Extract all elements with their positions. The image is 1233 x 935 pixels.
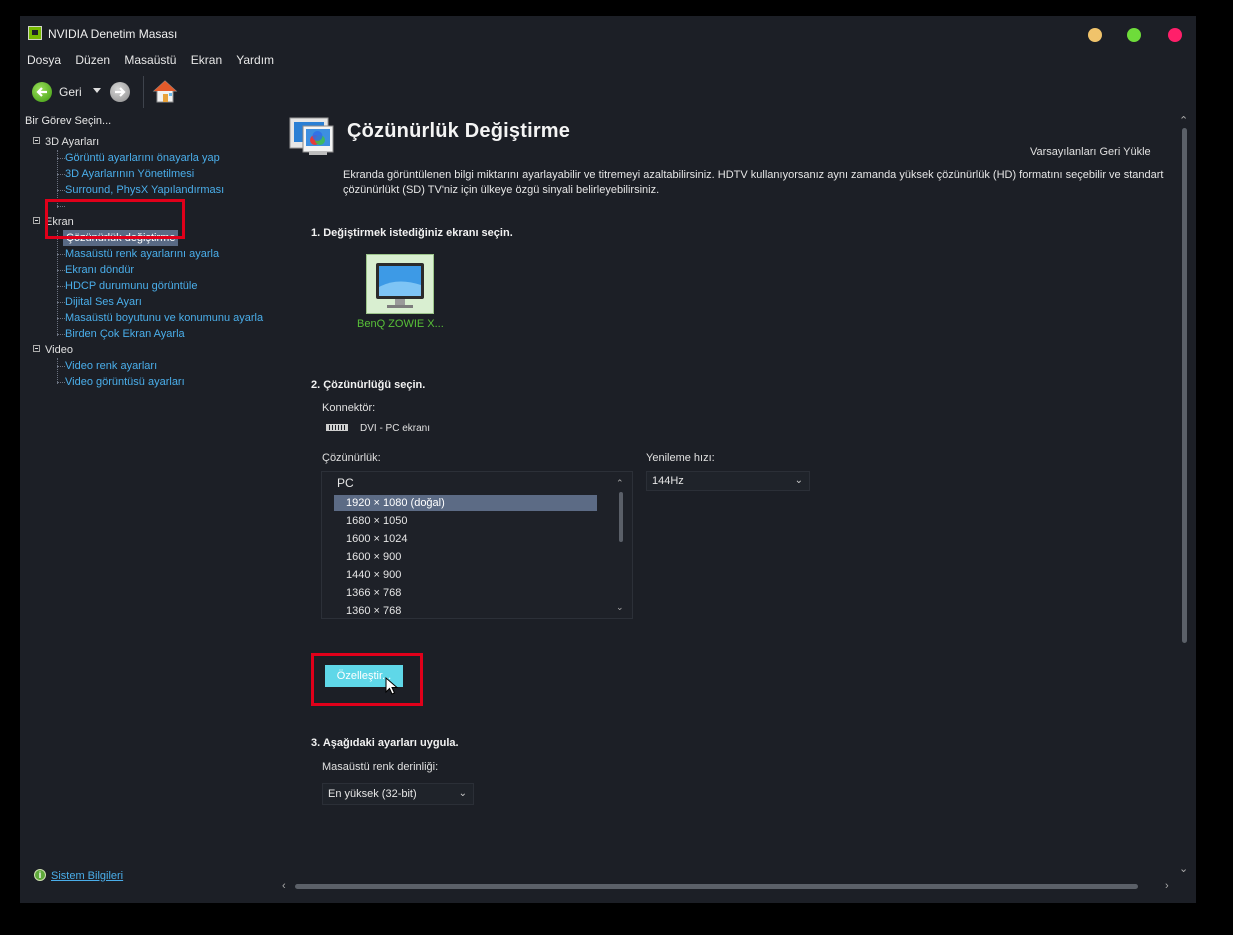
resolution-option[interactable]: 1360 × 768 (334, 603, 597, 618)
menu-bar: Dosya Düzen Masaüstü Ekran Yardım (27, 53, 285, 67)
highlight-box-tree (45, 199, 185, 239)
home-icon (152, 80, 178, 103)
back-history-dropdown-icon[interactable] (93, 88, 101, 93)
resolution-option[interactable]: 1600 × 1024 (334, 531, 597, 547)
color-depth-select[interactable]: En yüksek (32-bit) ⌄ (322, 783, 474, 805)
display-settings-icon (289, 116, 341, 161)
tree-category-video-label: Video (45, 344, 73, 356)
menu-display[interactable]: Ekran (191, 53, 222, 67)
monitor-name[interactable]: BenQ ZOWIE X... (357, 318, 444, 330)
dvi-connector-icon (326, 424, 348, 431)
maximize-button[interactable] (1127, 28, 1141, 42)
list-scroll-up-icon[interactable]: ⌃ (616, 478, 624, 489)
collapse-icon[interactable] (33, 217, 40, 224)
refresh-rate-select[interactable]: 144Hz ⌄ (646, 471, 810, 491)
tree-item-rotate-display[interactable]: Ekranı döndür (65, 262, 134, 278)
page-title: Çözünürlük Değiştirme (347, 120, 571, 142)
collapse-icon[interactable] (33, 345, 40, 352)
tree-item-digital-audio[interactable]: Dijital Ses Ayarı (65, 294, 142, 310)
resolution-option[interactable]: 1680 × 1050 (334, 513, 597, 529)
connector-label: Konnektör: (322, 402, 376, 414)
monitor-icon (376, 263, 424, 308)
tree-item-manage-3d[interactable]: 3D Ayarlarının Yönetilmesi (65, 166, 194, 182)
resolution-option[interactable]: 1366 × 768 (334, 585, 597, 601)
scroll-up-icon[interactable]: ⌃ (1179, 114, 1188, 127)
arrow-left-icon (36, 87, 47, 97)
tree-category-3d-label: 3D Ayarları (45, 136, 100, 148)
refresh-rate-value: 144Hz (652, 475, 684, 487)
tree-item-hdcp-status[interactable]: HDCP durumunu görüntüle (65, 278, 197, 294)
chevron-down-icon: ⌄ (458, 788, 467, 799)
forward-button[interactable] (110, 82, 130, 102)
resolution-label: Çözünürlük: (322, 452, 381, 464)
system-info-icon[interactable]: i (34, 869, 46, 881)
list-scroll-down-icon[interactable]: ⌄ (616, 602, 624, 613)
collapse-icon[interactable] (33, 137, 40, 144)
menu-edit[interactable]: Düzen (75, 53, 110, 67)
color-depth-label: Masaüstü renk derinliği: (322, 761, 439, 773)
nvidia-app-icon (28, 26, 42, 40)
mouse-cursor-icon (385, 676, 399, 702)
resolution-option[interactable]: 1600 × 900 (334, 549, 597, 565)
tree-item-preview-settings[interactable]: Görüntü ayarlarını önayarla yap (65, 150, 220, 166)
step2-heading: 2. Çözünürlüğü seçin. (311, 379, 426, 391)
scroll-left-icon[interactable]: ‹ (282, 880, 286, 892)
resolution-group-header: PC (337, 476, 354, 490)
content-vertical-scrollbar[interactable] (1182, 128, 1187, 643)
toolbar-separator (143, 76, 144, 108)
task-pane-header: Bir Görev Seçin... (25, 115, 112, 127)
back-button[interactable] (32, 82, 52, 102)
back-label[interactable]: Geri (59, 85, 82, 99)
chevron-down-icon: ⌄ (794, 475, 803, 486)
tree-category-video[interactable]: Video (33, 342, 73, 358)
content-horizontal-scrollbar[interactable] (295, 884, 1138, 889)
tree-item-surround-physx[interactable]: Surround, PhysX Yapılandırması (65, 182, 224, 198)
arrow-right-icon (115, 87, 126, 97)
color-depth-value: En yüksek (32-bit) (328, 788, 417, 800)
resolution-option[interactable]: 1440 × 900 (334, 567, 597, 583)
menu-desktop[interactable]: Masaüstü (124, 53, 176, 67)
tree-item-video-image[interactable]: Video görüntüsü ayarları (65, 374, 185, 390)
step1-heading: 1. Değiştirmek istediğiniz ekranı seçin. (311, 227, 513, 239)
menu-help[interactable]: Yardım (236, 53, 274, 67)
connector-value: DVI - PC ekranı (360, 423, 431, 434)
scroll-right-icon[interactable]: › (1165, 880, 1169, 892)
nvidia-control-panel-window: NVIDIA Denetim Masası Dosya Düzen Masaüs… (20, 16, 1196, 903)
tree-item-video-color[interactable]: Video renk ayarları (65, 358, 157, 374)
list-scrollbar-thumb[interactable] (619, 492, 623, 542)
system-info-link[interactable]: Sistem Bilgileri (51, 870, 123, 882)
tree-item-desktop-size[interactable]: Masaüstü boyutunu ve konumunu ayarla (65, 310, 263, 326)
page-description: Ekranda görüntülenen bilgi miktarını aya… (343, 169, 1164, 196)
step3-heading: 3. Aşağıdaki ayarları uygula. (311, 737, 459, 749)
close-button[interactable] (1168, 28, 1182, 42)
tree-item-multiple-displays[interactable]: Birden Çok Ekran Ayarla (65, 326, 185, 342)
monitor-tile[interactable] (366, 254, 434, 314)
resolution-option[interactable]: 1920 × 1080 (doğal) (334, 495, 597, 511)
home-button[interactable] (152, 79, 178, 110)
restore-defaults-link[interactable]: Varsayılanları Geri Yükle (1030, 146, 1151, 158)
minimize-button[interactable] (1088, 28, 1102, 42)
window-title: NVIDIA Denetim Masası (48, 27, 178, 41)
menu-file[interactable]: Dosya (27, 53, 61, 67)
resolution-list[interactable]: PC 1920 × 1080 (doğal) 1680 × 1050 1600 … (321, 471, 633, 619)
tree-item-desktop-color[interactable]: Masaüstü renk ayarlarını ayarla (65, 246, 219, 262)
scroll-down-icon[interactable]: ⌄ (1179, 862, 1188, 875)
refresh-rate-label: Yenileme hızı: (646, 452, 715, 464)
tree-category-3d[interactable]: 3D Ayarları (33, 134, 99, 150)
